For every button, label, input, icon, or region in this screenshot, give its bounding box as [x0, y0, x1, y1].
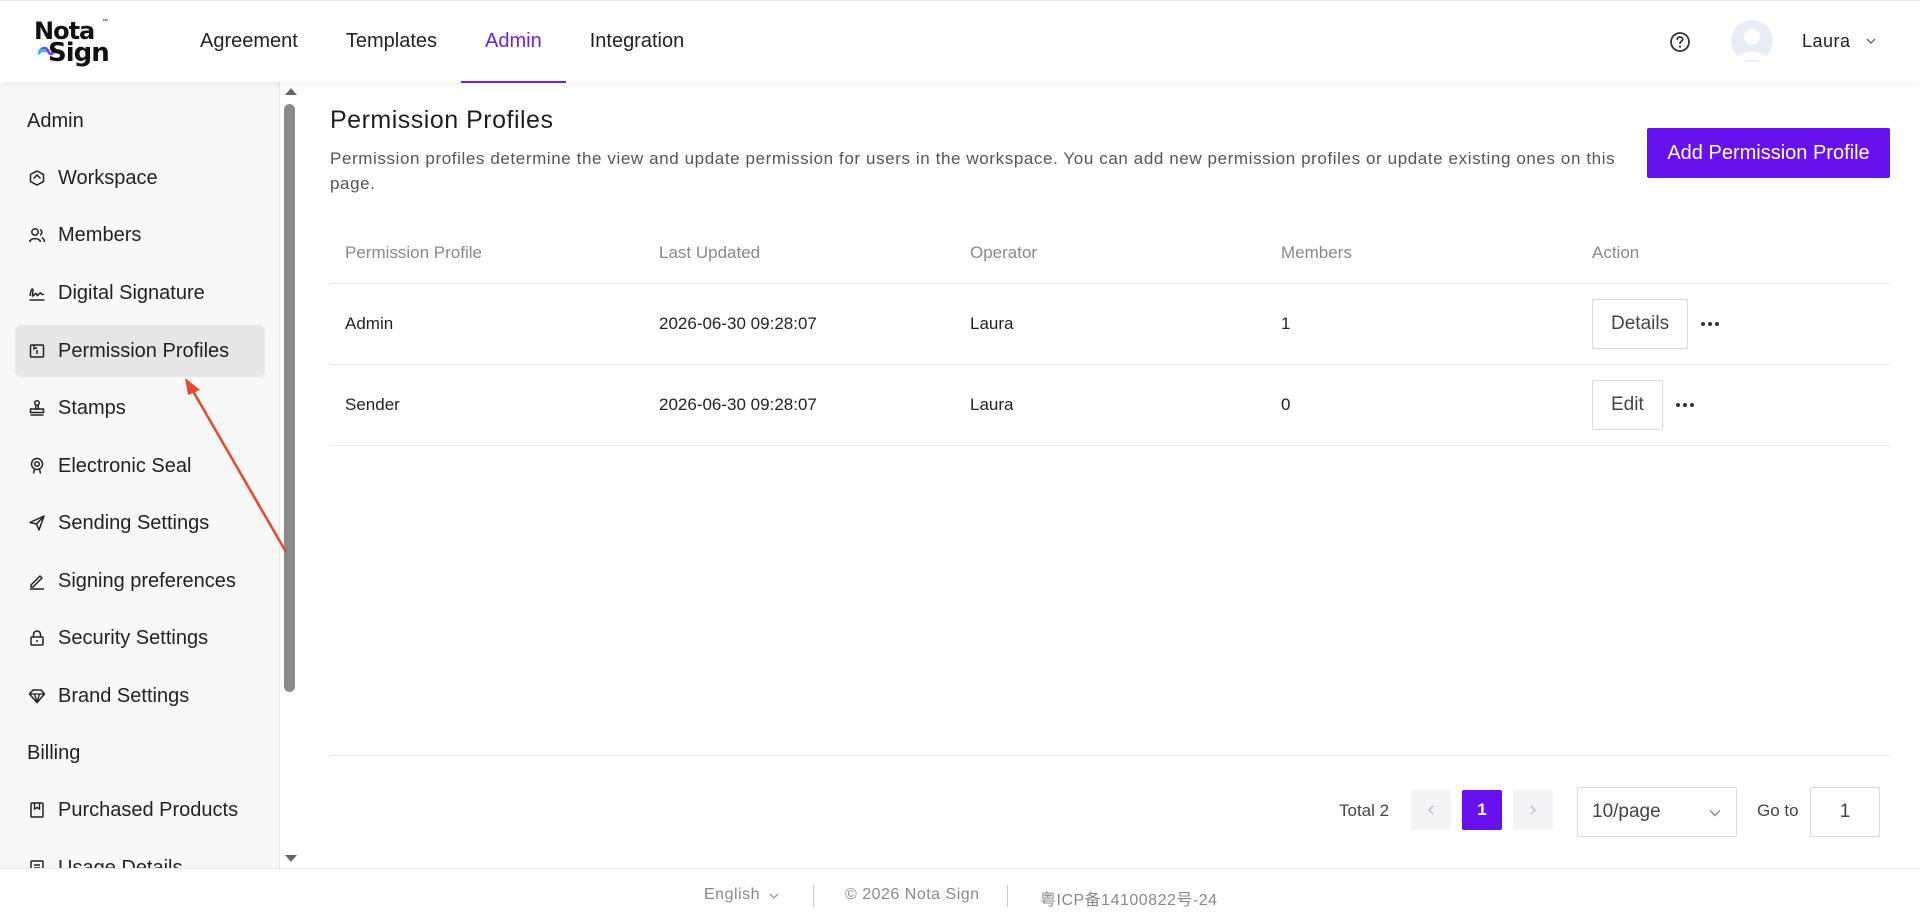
user-name[interactable]: Laura: [1802, 31, 1851, 52]
lock-icon: [28, 629, 46, 647]
edit-button[interactable]: Edit: [1592, 380, 1663, 430]
cell-last-updated: 2026-06-30 09:28:07: [659, 395, 817, 414]
pagination-total: Total 2: [1339, 801, 1390, 820]
scroll-up-arrow-icon[interactable]: [285, 88, 297, 95]
nav-tab-templates[interactable]: Templates: [322, 1, 461, 83]
row-actions: Edit: [1592, 380, 1695, 430]
main-nav: Agreement Templates Admin Integration: [176, 1, 708, 83]
language-selector[interactable]: English: [704, 886, 760, 904]
user-avatar[interactable]: [1731, 20, 1773, 62]
footer-separator: [1007, 885, 1008, 907]
sidebar-item-label: Electronic Seal: [58, 454, 192, 477]
column-header-profile: Permission Profile: [345, 242, 482, 262]
column-header-operator: Operator: [970, 242, 1038, 262]
nav-tab-agreement[interactable]: Agreement: [176, 1, 322, 83]
nota-sign-logo[interactable]: Nota ™ Sign: [34, 19, 114, 68]
nav-tab-integration[interactable]: Integration: [566, 1, 709, 83]
sidebar-section-admin: Admin: [27, 110, 84, 132]
sidebar-item-signing-preferences[interactable]: Signing preferences: [15, 555, 265, 607]
sidebar-item-members[interactable]: Members: [15, 209, 265, 261]
goto-page-input[interactable]: [1810, 787, 1880, 837]
logo-text-bottom: Sign: [48, 38, 110, 68]
sidebar-item-label: Workspace: [58, 166, 158, 189]
pagination-prev-button[interactable]: [1411, 790, 1451, 830]
chevron-right-icon: [1530, 805, 1536, 815]
sidebar-item-workspace[interactable]: Workspace: [15, 152, 265, 204]
chevron-down-icon: [1709, 810, 1721, 817]
bookmark-icon: [28, 801, 46, 819]
cell-profile: Admin: [345, 314, 394, 333]
sidebar-item-label: Permission Profiles: [58, 339, 230, 362]
footer-icp-link[interactable]: 粤ICP备14100822号-24: [1040, 886, 1218, 910]
more-options-icon[interactable]: [1700, 321, 1720, 327]
cell-members: 0: [1281, 395, 1291, 414]
more-options-icon[interactable]: [1675, 402, 1695, 408]
sidebar-item-permission-profiles[interactable]: Permission Profiles: [15, 325, 265, 377]
list-icon: [28, 859, 46, 868]
top-header: Nota ™ Sign Agreement Templates Admin In…: [0, 0, 1920, 83]
sidebar-item-label: Purchased Products: [58, 798, 239, 821]
nav-tab-admin[interactable]: Admin: [461, 1, 566, 83]
goto-label: Go to: [1757, 801, 1799, 820]
sidebar-item-label: Brand Settings: [58, 684, 190, 707]
sidebar-item-security-settings[interactable]: Security Settings: [15, 612, 265, 664]
page-title: Permission Profiles: [330, 106, 554, 134]
sidebar-item-label: Stamps: [58, 396, 126, 419]
sidebar-item-label: Signing preferences: [58, 569, 236, 592]
pagination-page-current[interactable]: 1: [1462, 790, 1502, 830]
page-size-select[interactable]: 10/page: [1577, 787, 1737, 837]
column-header-action: Action: [1592, 242, 1640, 262]
help-icon[interactable]: [1669, 31, 1691, 53]
cell-members: 1: [1281, 314, 1291, 333]
sidebar-item-label: Members: [58, 223, 142, 246]
sidebar-item-label: Digital Signature: [58, 281, 205, 304]
page-description: Permission profiles determine the view a…: [330, 149, 1616, 193]
send-icon: [28, 514, 46, 532]
add-permission-profile-button[interactable]: Add Permission Profile: [1647, 128, 1890, 178]
cell-operator: Laura: [970, 395, 1014, 414]
members-icon: [28, 226, 46, 244]
page-size-value: 10/page: [1592, 801, 1661, 822]
cell-profile: Sender: [345, 395, 400, 414]
signature-icon: [28, 284, 46, 302]
sidebar-item-digital-signature[interactable]: Digital Signature: [15, 267, 265, 319]
row-actions: Details: [1592, 299, 1720, 349]
permission-profiles-table: Permission Profile Last Updated Operator…: [330, 222, 1890, 446]
footer-copyright: © 2026 Nota Sign: [845, 886, 980, 903]
table-row: Admin 2026-06-30 09:28:07 Laura 1 Detail…: [330, 284, 1890, 365]
footer-separator: [813, 885, 814, 907]
column-header-last-updated: Last Updated: [659, 242, 761, 262]
table-header: Permission Profile Last Updated Operator…: [330, 222, 1890, 284]
pagination-next-button[interactable]: [1513, 790, 1553, 830]
footer: English © 2026 Nota Sign 粤ICP备14100822号-…: [0, 868, 1920, 922]
sidebar-item-label: Usage Details: [58, 856, 183, 869]
diamond-icon: [28, 687, 46, 705]
cell-operator: Laura: [970, 314, 1014, 333]
table-bottom-divider: [330, 755, 1890, 756]
stamp-icon: [28, 399, 46, 417]
column-header-members: Members: [1281, 242, 1352, 262]
seal-icon: [28, 457, 46, 475]
cell-last-updated: 2026-06-30 09:28:07: [659, 314, 817, 333]
details-button[interactable]: Details: [1592, 299, 1689, 349]
sidebar-item-label: Security Settings: [58, 626, 209, 649]
sidebar-item-brand-settings[interactable]: Brand Settings: [15, 670, 265, 722]
annotation-arrow: [185, 378, 288, 553]
avatar-person-icon: [1731, 20, 1773, 62]
sidebar-item-purchased-products[interactable]: Purchased Products: [15, 784, 265, 836]
chevron-down-icon[interactable]: [768, 890, 780, 902]
sidebar-item-usage-details[interactable]: Usage Details: [15, 842, 265, 868]
chevron-down-icon[interactable]: [1864, 34, 1878, 48]
sidebar-section-billing: Billing: [27, 742, 81, 764]
scroll-down-arrow-icon[interactable]: [285, 855, 297, 862]
chevron-left-icon: [1428, 805, 1434, 815]
workspace-icon: [28, 169, 46, 187]
table-row: Sender 2026-06-30 09:28:07 Laura 0 Edit: [330, 365, 1890, 446]
logo-trademark: ™: [102, 19, 108, 25]
pen-icon: [28, 572, 46, 590]
permission-icon: [28, 342, 46, 360]
